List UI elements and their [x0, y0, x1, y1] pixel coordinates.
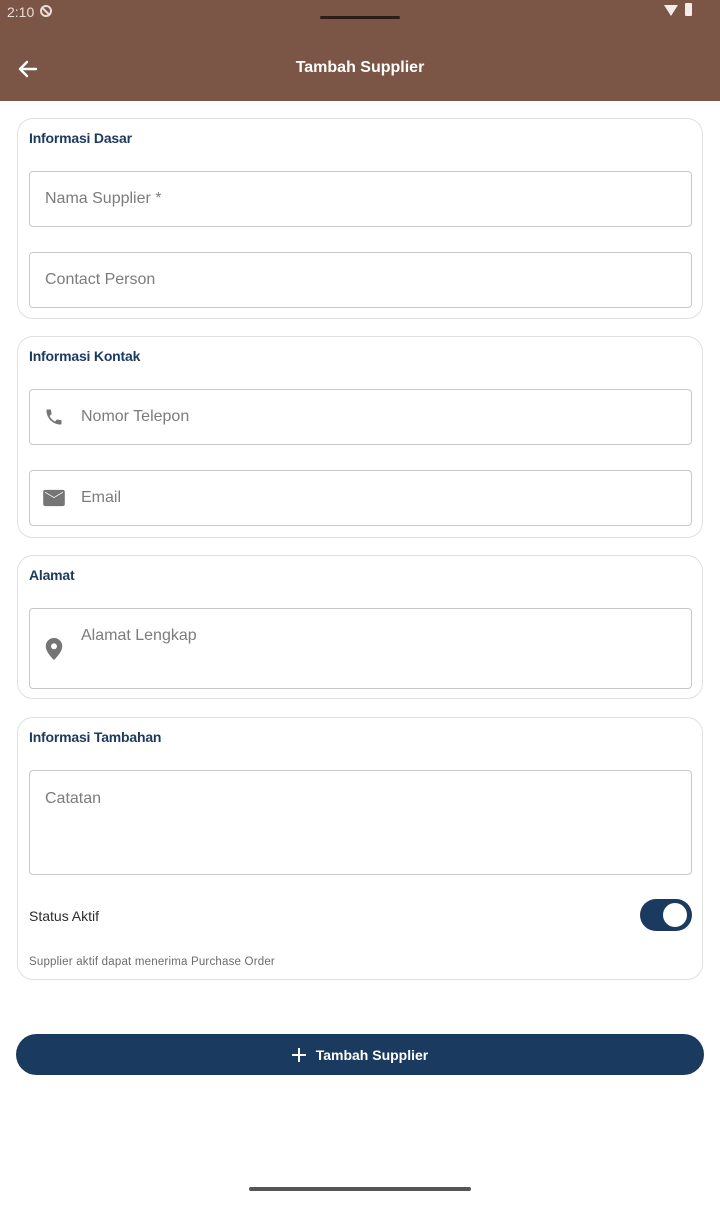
additional-info-title: Informasi Tambahan — [29, 729, 162, 745]
address-placeholder: Alamat Lengkap — [81, 627, 197, 644]
notes-placeholder: Catatan — [45, 790, 102, 807]
page-title: Tambah Supplier — [295, 59, 425, 76]
add-supplier-button[interactable]: Tambah Supplier — [16, 1034, 704, 1075]
contact-info-card: Informasi Kontak Nomor Telepon Email — [17, 336, 703, 538]
phone-icon — [42, 405, 66, 429]
phone-input[interactable]: Nomor Telepon — [29, 389, 692, 445]
supplier-name-placeholder: Nama Supplier * — [45, 190, 162, 207]
email-icon — [42, 486, 66, 510]
basic-info-title: Informasi Dasar — [29, 130, 132, 146]
status-active-label: Status Aktif — [29, 908, 100, 924]
contact-info-title: Informasi Kontak — [29, 348, 141, 364]
status-active-toggle[interactable] — [640, 899, 692, 931]
location-pin-icon — [42, 637, 66, 661]
camera-notch — [320, 16, 400, 19]
app-bar: 2:10 Tambah Supplier — [0, 0, 720, 101]
home-indicator[interactable] — [249, 1187, 471, 1191]
toggle-knob — [663, 903, 687, 927]
address-input[interactable]: Alamat Lengkap — [29, 608, 692, 689]
phone-placeholder: Nomor Telepon — [81, 408, 190, 425]
do-not-disturb-icon — [40, 5, 52, 17]
add-supplier-screen: 2:10 Tambah Supplier Informasi Dasar Nam… — [0, 0, 720, 1206]
additional-info-card: Informasi Tambahan Catatan Status Aktif … — [17, 717, 703, 980]
supplier-name-input[interactable]: Nama Supplier * — [29, 171, 692, 227]
address-title: Alamat — [29, 567, 75, 583]
email-input[interactable]: Email — [29, 470, 692, 526]
address-card: Alamat Alamat Lengkap — [17, 555, 703, 699]
contact-person-input[interactable]: Contact Person — [29, 252, 692, 308]
wifi-icon — [664, 5, 678, 16]
battery-icon — [685, 3, 692, 16]
email-placeholder: Email — [81, 489, 122, 506]
basic-info-card: Informasi Dasar Nama Supplier * Contact … — [17, 118, 703, 319]
status-helper-text: Supplier aktif dapat menerima Purchase O… — [29, 956, 275, 968]
plus-icon — [291, 1047, 306, 1062]
add-supplier-button-label: Tambah Supplier — [315, 1046, 429, 1063]
notes-textarea[interactable]: Catatan — [29, 770, 692, 875]
contact-person-placeholder: Contact Person — [45, 271, 156, 288]
status-time: 2:10 — [7, 4, 35, 20]
